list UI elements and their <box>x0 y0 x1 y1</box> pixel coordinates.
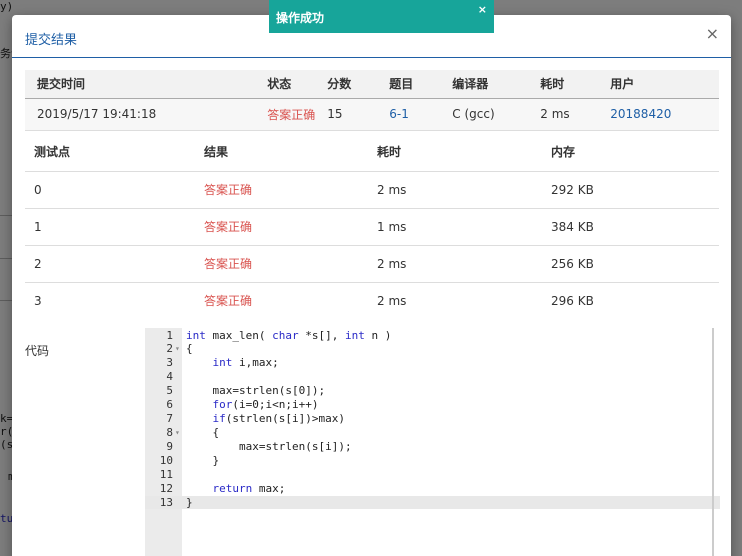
line-number: 4 <box>166 370 173 383</box>
code-text: int max_len( char *s[], int n ) <box>186 329 392 342</box>
testcase-id: 2 <box>34 256 42 271</box>
code-line: 3 int i,max; <box>145 356 720 369</box>
testcase-id: 3 <box>34 293 42 308</box>
col-problem: 题目 <box>389 77 414 92</box>
submission-result-dialog: 提交结果 × 提交时间 状态 分数 题目 编译器 耗时 用户 2019/5/17… <box>12 15 731 556</box>
line-number: 13 <box>159 496 173 509</box>
elapsed: 2 ms <box>540 107 570 121</box>
testcase-time: 1 ms <box>377 219 407 234</box>
testcase-header-row: 测试点 结果 耗时 内存 <box>25 133 719 171</box>
col-testcase: 测试点 <box>34 145 71 160</box>
score: 15 <box>327 107 343 121</box>
code-line: 4 <box>145 370 720 383</box>
line-number: 7 <box>166 412 173 425</box>
line-number: 10 <box>159 454 173 467</box>
testcase-table: 测试点 结果 耗时 内存 0 答案正确 2 ms 292 KB 1 答案正确 1… <box>25 133 719 319</box>
col-user: 用户 <box>610 77 635 92</box>
testcase-memory: 384 KB <box>551 219 594 234</box>
table-row: 3 答案正确 2 ms 296 KB <box>25 282 719 319</box>
col-elapsed: 耗时 <box>540 77 565 92</box>
code-line: 9 max=strlen(s[i]); <box>145 440 720 453</box>
line-number: 5 <box>166 384 173 397</box>
code-text: } <box>186 454 220 467</box>
user-link[interactable]: 20188420 <box>598 98 719 130</box>
testcase-memory: 256 KB <box>551 256 594 271</box>
status-accepted: 答案正确 <box>267 107 316 122</box>
close-icon[interactable]: × <box>706 26 719 42</box>
line-number: 12 <box>159 482 173 495</box>
code-text: int i,max; <box>212 356 279 369</box>
problem-link[interactable]: 6-1 <box>377 98 440 130</box>
line-number: 9 <box>166 440 173 453</box>
summary-header-row: 提交时间 状态 分数 题目 编译器 耗时 用户 <box>25 70 719 98</box>
code-line: 8 ▾ { <box>145 426 720 439</box>
line-number: 1 <box>166 329 173 342</box>
code-line: 7 if(strlen(s[i])>max) <box>145 412 720 425</box>
fold-toggle-icon[interactable]: ▾ <box>175 426 180 439</box>
toast-message: 操作成功 <box>276 11 325 25</box>
code-line: 10 } <box>145 454 720 467</box>
success-toast: 操作成功 × <box>269 0 494 33</box>
code-text: max=strlen(s[i]); <box>186 440 352 453</box>
table-row: 2 答案正确 2 ms 256 KB <box>25 245 719 282</box>
dialog-title: 提交结果 <box>25 33 78 48</box>
code-text: if(strlen(s[i])>max) <box>212 412 345 425</box>
code-line: 1 int max_len( char *s[], int n ) <box>145 329 720 342</box>
col-submit-time: 提交时间 <box>37 77 86 92</box>
table-row: 0 答案正确 2 ms 292 KB <box>25 171 719 208</box>
code-text: for(i=0;i<n;i++) <box>212 398 319 411</box>
col-result: 结果 <box>204 145 229 160</box>
code-text: } <box>186 496 193 509</box>
line-number: 11 <box>159 468 173 481</box>
code-line: 2 ▾ { <box>145 342 720 355</box>
line-number: 8 <box>166 426 173 439</box>
code-line: 5 max=strlen(s[0]); <box>145 384 720 397</box>
submit-time: 2019/5/17 19:41:18 <box>37 107 157 121</box>
testcase-result: 答案正确 <box>204 294 253 309</box>
testcase-time: 2 ms <box>377 256 407 271</box>
col-compiler: 编译器 <box>452 77 489 92</box>
submission-summary-table: 提交时间 状态 分数 题目 编译器 耗时 用户 2019/5/17 19:41:… <box>25 70 719 131</box>
code-text: return max; <box>212 482 286 495</box>
table-row: 1 答案正确 1 ms 384 KB <box>25 208 719 245</box>
line-number: 3 <box>166 356 173 369</box>
line-number: 2 <box>166 342 173 355</box>
col-status: 状态 <box>267 77 292 92</box>
code-label: 代码 <box>25 344 50 358</box>
code-text: { <box>186 342 193 355</box>
fold-toggle-icon[interactable]: ▾ <box>175 342 180 355</box>
testcase-id: 1 <box>34 219 42 234</box>
testcase-result: 答案正确 <box>204 220 253 234</box>
summary-row: 2019/5/17 19:41:18 答案正确 15 6-1 C (gcc) 2… <box>25 98 719 130</box>
testcase-id: 0 <box>34 182 42 197</box>
testcase-memory: 296 KB <box>551 293 594 308</box>
testcase-result: 答案正确 <box>204 257 253 271</box>
col-time: 耗时 <box>377 145 402 160</box>
code-line: 6 for(i=0;i<n;i++) <box>145 398 720 411</box>
testcase-result: 答案正确 <box>204 183 253 197</box>
code-text: max=strlen(s[0]); <box>186 384 326 397</box>
testcase-time: 2 ms <box>377 182 407 197</box>
col-score: 分数 <box>327 77 352 92</box>
code-scrollbar[interactable] <box>712 328 714 556</box>
code-line-active: 13 } <box>145 496 720 509</box>
testcase-memory: 292 KB <box>551 182 594 197</box>
line-number: 6 <box>166 398 173 411</box>
toast-close-icon[interactable]: × <box>478 3 487 16</box>
code-viewer[interactable]: 1 int max_len( char *s[], int n ) 2 ▾ { … <box>145 328 720 556</box>
code-line: 12 return max; <box>145 482 720 495</box>
code-text: { <box>186 426 220 439</box>
col-memory: 内存 <box>551 145 576 160</box>
code-line: 11 <box>145 468 720 481</box>
compiler: C (gcc) <box>452 107 495 121</box>
testcase-time: 2 ms <box>377 293 407 308</box>
